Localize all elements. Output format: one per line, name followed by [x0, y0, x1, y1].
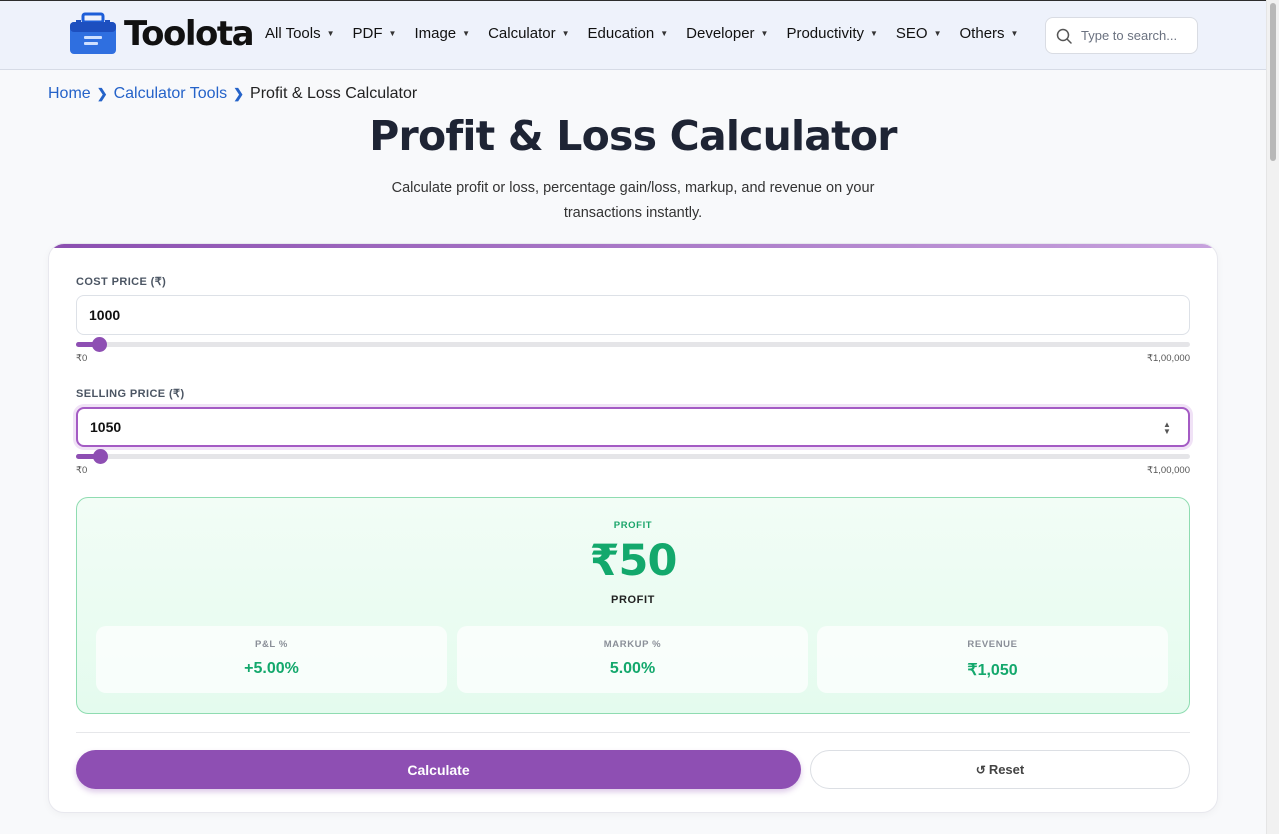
- stat-label: MARKUP %: [603, 639, 662, 650]
- stat-pl-percent: P&L % +5.00%: [96, 626, 447, 693]
- slider-thumb[interactable]: [92, 337, 108, 352]
- breadcrumb-current: Profit & Loss Calculator: [250, 85, 418, 102]
- stat-label: P&L %: [255, 639, 288, 650]
- nav-pdf[interactable]: PDF ▼: [353, 25, 397, 42]
- scrollbar-thumb[interactable]: [1270, 3, 1276, 161]
- search-icon: [1056, 28, 1072, 44]
- nav-image[interactable]: Image ▼: [414, 25, 470, 42]
- nav-developer[interactable]: Developer ▼: [686, 25, 768, 42]
- stat-markup-percent: MARKUP % 5.00%: [457, 626, 808, 693]
- caret-down-icon: ▼: [933, 29, 942, 38]
- caret-down-icon: ▼: [388, 29, 397, 38]
- selling-price-input[interactable]: [76, 407, 1190, 447]
- caret-down-icon: ▼: [869, 29, 878, 38]
- cost-slider-min: ₹0: [76, 353, 88, 364]
- chevron-right-icon: ❯: [96, 86, 108, 101]
- cost-slider-max: ₹1,00,000: [1146, 353, 1190, 364]
- logo-text: Toolota: [124, 14, 255, 54]
- nav-label: PDF: [352, 25, 383, 42]
- nav-productivity[interactable]: Productivity ▼: [786, 25, 877, 42]
- nav-label: Education: [587, 25, 655, 42]
- selling-price-label: SELLING PRICE (₹): [76, 388, 185, 400]
- caret-down-icon: ▼: [660, 29, 669, 38]
- selling-slider-max: ₹1,00,000: [1146, 465, 1190, 476]
- reset-label: Reset: [988, 762, 1025, 777]
- search-box[interactable]: [1045, 17, 1198, 54]
- nav-seo[interactable]: SEO ▼: [896, 25, 942, 42]
- calculator-card: COST PRICE (₹) ₹0 ₹1,00,000 SELLING PRIC…: [48, 243, 1218, 813]
- page-scrollbar[interactable]: [1266, 0, 1279, 834]
- nav-label: Calculator: [488, 25, 556, 42]
- result-amount: ₹50: [589, 536, 678, 586]
- caret-down-icon: ▼: [326, 29, 335, 38]
- divider: [76, 732, 1190, 733]
- page-title: Profit & Loss Calculator: [369, 112, 897, 160]
- stat-label: REVENUE: [967, 639, 1018, 650]
- cost-price-slider[interactable]: [76, 337, 1190, 352]
- logo[interactable]: Toolota: [68, 12, 255, 56]
- breadcrumb-home[interactable]: Home: [48, 85, 91, 103]
- nav-label: All Tools: [265, 25, 321, 42]
- number-spinner-icon[interactable]: ▲ ▼: [1163, 421, 1171, 436]
- calculate-button[interactable]: Calculate: [76, 750, 801, 789]
- nav-label: Productivity: [786, 25, 864, 42]
- refresh-icon: ↺: [975, 762, 986, 777]
- toolbox-icon: [70, 12, 116, 54]
- caret-down-icon: ▼: [1010, 29, 1019, 38]
- stat-revenue: REVENUE ₹1,050: [817, 626, 1168, 693]
- page-subtitle: Calculate profit or loss, percentage gai…: [391, 180, 875, 221]
- nav-education[interactable]: Education ▼: [588, 25, 669, 42]
- caret-down-icon: ▼: [760, 29, 769, 38]
- caret-down-icon: ▼: [561, 29, 570, 38]
- site-header: Toolota All Tools ▼ PDF ▼ Image ▼ Calculato…: [0, 0, 1266, 70]
- breadcrumb-calculator-tools[interactable]: Calculator Tools: [114, 85, 228, 103]
- nav-label: Developer: [686, 25, 755, 42]
- breadcrumb: Home ❯ Calculator Tools ❯ Profit & Loss …: [48, 85, 417, 103]
- nav-others[interactable]: Others ▼: [960, 25, 1019, 42]
- card-accent-bar: [49, 244, 1217, 248]
- caret-down-icon: ▼: [462, 29, 471, 38]
- slider-thumb[interactable]: [92, 449, 108, 464]
- nav-label: SEO: [895, 25, 928, 42]
- main-nav: All Tools ▼ PDF ▼ Image ▼ Calculator ▼ Educa…: [265, 25, 1036, 42]
- cost-price-input[interactable]: [76, 295, 1190, 335]
- nav-label: Image: [414, 25, 457, 42]
- selling-price-slider[interactable]: [76, 449, 1190, 464]
- nav-all-tools[interactable]: All Tools ▼: [265, 25, 335, 42]
- stat-value: +5.00%: [244, 660, 299, 677]
- stat-value: 5.00%: [609, 660, 656, 677]
- selling-slider-min: ₹0: [76, 465, 88, 476]
- chevron-right-icon: ❯: [233, 86, 245, 101]
- nav-calculator[interactable]: Calculator ▼: [488, 25, 569, 42]
- cost-price-label: COST PRICE (₹): [76, 276, 167, 288]
- reset-button[interactable]: ↺ Reset: [810, 750, 1190, 789]
- nav-label: Others: [959, 25, 1005, 42]
- search-input[interactable]: [1081, 28, 1191, 43]
- stat-value: ₹1,050: [967, 662, 1018, 679]
- result-caption: PROFIT: [611, 594, 655, 606]
- result-status-tag: PROFIT: [613, 520, 653, 531]
- result-panel: PROFIT ₹50 PROFIT P&L % +5.00% MARKUP % …: [76, 497, 1190, 714]
